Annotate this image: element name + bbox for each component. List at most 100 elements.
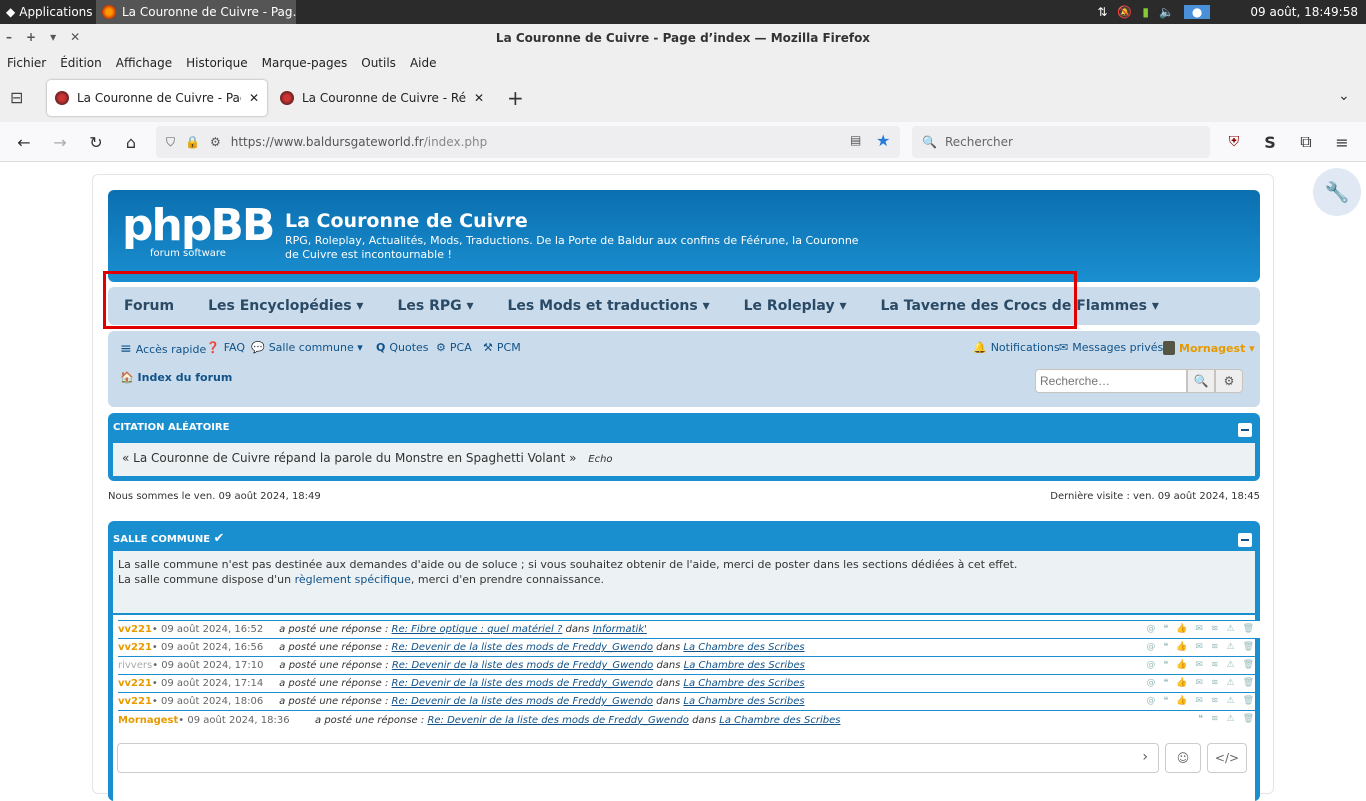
trash-icon[interactable]: 🗑 [1243,678,1254,688]
collapse-icon[interactable] [1238,533,1252,547]
hamburger-menu-icon[interactable]: ≡ [1330,130,1354,154]
reload-icon[interactable]: ↻ [84,130,108,154]
list-tabs-icon[interactable]: ⌄ [1338,88,1350,104]
network-icon[interactable]: ⇅ [1097,5,1107,19]
ublock-icon[interactable]: ⛨ [1222,130,1246,154]
shout-topic-link[interactable]: Re: Devenir de la liste des mods de Fred… [392,696,653,707]
like-icon[interactable]: 👍 [1176,624,1187,634]
wifi-icon[interactable]: ≋ [1211,642,1219,652]
forum-search-input[interactable] [1035,369,1187,393]
menu-aide[interactable]: Aide [410,56,437,70]
shout-topic-link[interactable]: Re: Devenir de la liste des mods de Fred… [427,715,688,726]
mail-icon[interactable]: ✉ [1195,642,1203,652]
forward-icon[interactable]: → [48,130,72,154]
warning-icon[interactable]: ⚠ [1226,660,1234,670]
close-tab-icon[interactable]: ✕ [249,91,259,105]
at-icon[interactable]: @ [1146,696,1155,706]
extensions-icon[interactable]: ⧉ [1294,130,1318,154]
home-icon[interactable]: ⌂ [119,130,143,154]
warning-icon[interactable]: ⚠ [1226,678,1234,688]
quote-icon[interactable]: ❝ [1163,696,1168,706]
menu-marque-pages[interactable]: Marque-pages [262,56,348,70]
close-icon[interactable]: ✕ [70,30,80,44]
applications-menu[interactable]: ◆ Applications [0,0,99,24]
acces-rapide-link[interactable]: ≡ Accès rapide [120,341,206,357]
at-icon[interactable]: @ [1146,660,1155,670]
reglement-link[interactable]: règlement spécifique [295,573,411,586]
extension-s-icon[interactable]: S [1258,130,1282,154]
permissions-icon[interactable]: ⚙ [210,135,221,149]
warning-icon[interactable]: ⚠ [1226,696,1234,706]
menu-outils[interactable]: Outils [361,56,396,70]
shout-user[interactable]: vv221 [118,624,152,635]
shout-user[interactable]: vv221 [118,678,152,689]
trash-icon[interactable]: 🗑 [1243,624,1254,634]
at-icon[interactable]: @ [1146,642,1155,652]
messages-link[interactable]: ✉ Messages privés [1059,341,1163,354]
salle-commune-link[interactable]: 💬 Salle commune ▾ [251,341,363,354]
firefox-tray-icon[interactable]: ● [1183,5,1211,19]
shout-topic-link[interactable]: Re: Devenir de la liste des mods de Fred… [392,642,653,653]
search-button[interactable]: 🔍 [1187,369,1215,393]
chevron-right-icon[interactable]: › [1142,749,1148,765]
reader-view-icon[interactable]: ▤ [850,133,861,147]
quote-icon[interactable]: ❝ [1163,678,1168,688]
battery-icon[interactable]: ▮ [1142,5,1149,19]
mail-icon[interactable]: ✉ [1195,660,1203,670]
volume-muted-icon[interactable]: 🔈 [1159,5,1174,19]
trash-icon[interactable]: 🗑 [1243,696,1254,706]
wifi-icon[interactable]: ≋ [1211,696,1219,706]
trash-icon[interactable]: 🗑 [1243,714,1254,724]
collapse-icon[interactable] [1238,423,1252,437]
tab-reply[interactable]: La Couronne de Cuivre - Répo ✕ [272,80,492,116]
pca-link[interactable]: ⚙ PCA [436,341,472,354]
tab-overview-icon[interactable]: ⊟ [10,88,23,107]
at-icon[interactable]: @ [1146,624,1155,634]
shout-forum-link[interactable]: La Chambre des Scribes [684,660,805,671]
phpbb-logo[interactable]: phpBB forum software [122,200,275,259]
quote-icon[interactable]: ❝ [1163,642,1168,652]
mail-icon[interactable]: ✉ [1195,624,1203,634]
wifi-icon[interactable]: ≋ [1211,714,1219,724]
at-icon[interactable]: @ [1146,678,1155,688]
shout-forum-link[interactable]: La Chambre des Scribes [683,696,804,707]
tab-index[interactable]: La Couronne de Cuivre - Page ✕ [47,80,267,116]
user-menu[interactable]: Mornagest ▾ [1163,341,1255,355]
wifi-icon[interactable]: ≋ [1211,624,1219,634]
maximize-icon[interactable]: + [26,30,36,44]
shout-topic-link[interactable]: Re: Devenir de la liste des mods de Fred… [392,678,653,689]
warning-icon[interactable]: ⚠ [1226,714,1234,724]
shout-forum-link[interactable]: La Chambre des Scribes [683,642,804,653]
menu-edition[interactable]: Édition [60,56,102,70]
like-icon[interactable]: 👍 [1176,660,1187,670]
mail-icon[interactable]: ✉ [1195,678,1203,688]
breadcrumb[interactable]: 🏠 Index du forum [120,371,232,384]
like-icon[interactable]: 👍 [1176,642,1187,652]
smiley-button[interactable]: ☺ [1165,743,1201,773]
shout-forum-link[interactable]: La Chambre des Scribes [719,715,840,726]
notifications-link[interactable]: 🔔 Notifications [973,341,1060,354]
wrench-icon[interactable]: 🔧 [1313,168,1361,216]
wifi-icon[interactable]: ≋ [1211,660,1219,670]
notifications-muted-icon[interactable]: 🔕 [1117,5,1132,19]
like-icon[interactable]: 👍 [1176,678,1187,688]
pcm-link[interactable]: ⚒ PCM [483,341,521,354]
menu-historique[interactable]: Historique [186,56,248,70]
faq-link[interactable]: ❓ FAQ [206,341,245,354]
warning-icon[interactable]: ⚠ [1226,624,1234,634]
shout-forum-link[interactable]: La Chambre des Scribes [683,678,804,689]
shout-topic-link[interactable]: Re: Devenir de la liste des mods de Fred… [392,660,653,671]
shout-forum-link[interactable]: Informatik' [593,624,647,635]
quote-icon[interactable]: ❝ [1198,714,1203,724]
shout-input[interactable]: › [117,743,1159,773]
shout-user[interactable]: Mornagest [118,715,178,726]
shout-user[interactable]: vv221 [118,642,152,653]
new-tab-icon[interactable]: + [507,86,524,110]
taskbar-window-button[interactable]: La Couronne de Cuivre - Pag… [96,0,296,24]
mail-icon[interactable]: ✉ [1195,696,1203,706]
quotes-link[interactable]: Q Quotes [376,341,429,354]
advanced-search-icon[interactable]: ⚙ [1215,369,1243,393]
minimize-icon[interactable]: – [6,30,12,44]
wifi-icon[interactable]: ≋ [1211,678,1219,688]
shield-icon[interactable]: ⛉ [166,135,175,150]
